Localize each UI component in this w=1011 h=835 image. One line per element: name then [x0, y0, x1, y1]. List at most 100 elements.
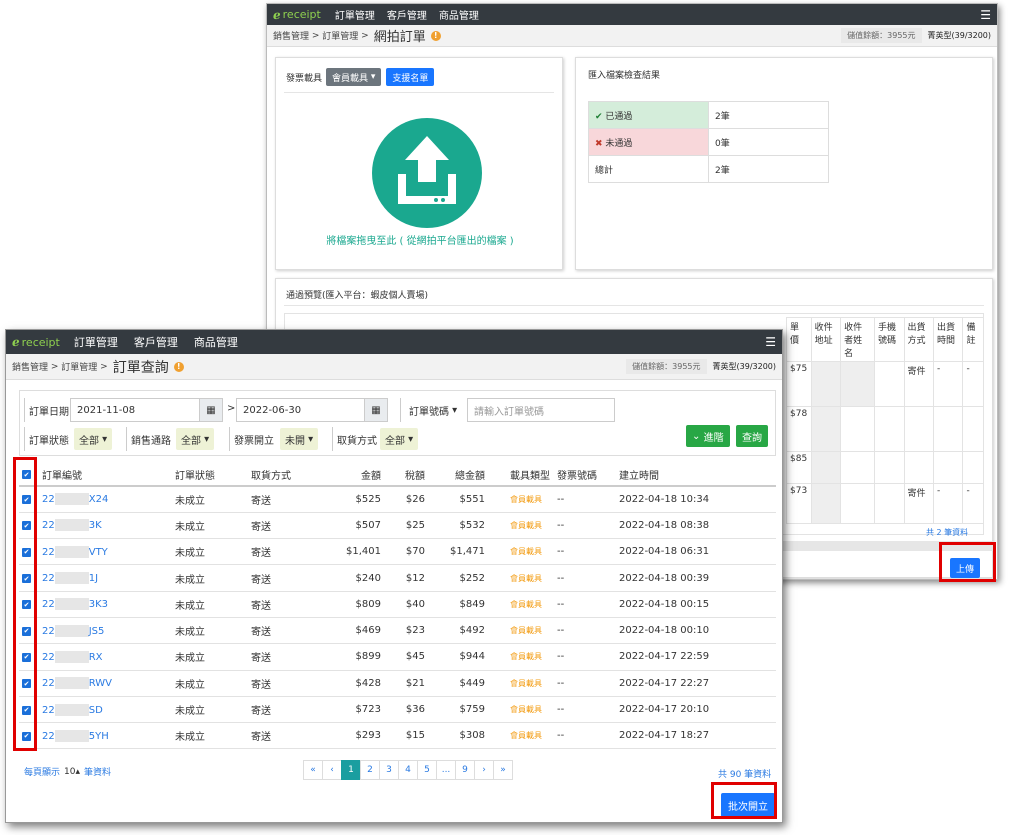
breadcrumb-sales[interactable]: 銷售管理 [12, 360, 48, 373]
table-header-row: ✔ 訂單編號 訂單狀態 取貨方式 金額 稅額 總金額 載具類型 發票號碼 建立時… [19, 463, 776, 487]
order-no-suffix[interactable]: X24 [89, 494, 109, 505]
channel-select[interactable]: 全部 ▾ [176, 428, 215, 450]
order-no-suffix[interactable]: 3K3 [89, 599, 108, 610]
chevron-down-icon: ⌄ [692, 430, 701, 442]
table-row[interactable]: ✔ 22 5YH 未成立 寄送 $293 $15 $308 會員載具 -- 2022-04-17 1… [19, 722, 776, 750]
order-no-prefix[interactable]: 22 [42, 652, 55, 663]
carrier-dropdown[interactable]: 會員載具 ▾ [326, 68, 382, 86]
order-no-prefix[interactable]: 22 [42, 599, 55, 610]
upload-panel: 發票載具 會員載具 ▾ 支援名單 將檔案拖曳至此 ( 從網拍平台匯出的檔案 ) [275, 57, 563, 270]
page-last[interactable]: » [493, 760, 513, 780]
order-no-prefix[interactable]: 22 [42, 520, 55, 531]
order-no-prefix[interactable]: 22 [42, 547, 55, 558]
preview-table: 單價 收件地址 收件者姓名 手機號碼 出貨方式 出貨時間 備註 $75 寄件 - - … [786, 317, 984, 524]
carrier-cell: 會員載具 [488, 670, 554, 697]
app-logo[interactable]: ℯ receipt [273, 8, 321, 22]
preview-note: - [962, 361, 984, 407]
support-list-button[interactable]: 支援名單 [386, 68, 435, 86]
order-no-suffix[interactable]: VTY [89, 547, 108, 558]
order-no-dropdown[interactable]: 訂單號碼 ▾ [400, 398, 457, 422]
preview-price: $73 [786, 483, 812, 524]
order-no-input[interactable]: 請輸入訂單號碼 [467, 398, 615, 422]
per-page-select[interactable]: 10▴ [64, 767, 80, 777]
col-created: 建立時間 [616, 463, 776, 487]
table-row[interactable]: ✔ 22 X24 未成立 寄送 $525 $26 $551 會員載具 -- 2022-04-18 1… [19, 486, 776, 513]
invoice-select[interactable]: 未開 ▾ [280, 428, 319, 450]
page-2[interactable]: 2 [360, 760, 380, 780]
calendar-icon[interactable]: ▦ [364, 398, 388, 422]
page-prev[interactable]: ‹ [322, 760, 342, 780]
order-no-prefix[interactable]: 22 [42, 705, 55, 716]
created-cell: 2022-04-18 00:10 [616, 617, 776, 645]
table-row[interactable]: ✔ 22 SD 未成立 寄送 $723 $36 $759 會員載具 -- 2022-04-17 20… [19, 696, 776, 724]
menu-icon[interactable]: ☰ [765, 335, 776, 349]
pickup-cell: 寄送 [248, 617, 316, 645]
order-no-prefix[interactable]: 22 [42, 573, 55, 584]
pass-text: 已通過 [605, 111, 633, 122]
nav-orders[interactable]: 訂單管理 [74, 334, 118, 350]
preview-row: $78 [786, 406, 984, 452]
invoice-cell: -- [554, 722, 616, 750]
tax-cell: $15 [384, 722, 428, 750]
table-row[interactable]: ✔ 22 RWV 未成立 寄送 $428 $21 $449 會員載具 -- 2022-04-17 2… [19, 670, 776, 697]
order-no-prefix[interactable]: 22 [42, 678, 55, 689]
preview-cell [932, 406, 964, 452]
order-no-prefix[interactable]: 22 [42, 494, 55, 505]
order-no-prefix[interactable]: 22 [42, 731, 55, 742]
nav-products[interactable]: 商品管理 [439, 7, 479, 22]
page-9[interactable]: 9 [455, 760, 475, 780]
order-no-suffix[interactable]: SD [89, 705, 103, 716]
result-pass-value: 2筆 [708, 101, 829, 129]
info-icon[interactable]: ! [173, 361, 184, 372]
order-no-suffix[interactable]: 5YH [89, 731, 109, 742]
nav-orders[interactable]: 訂單管理 [335, 7, 375, 22]
redacted-cell [810, 406, 842, 452]
order-no-cell: 22 1J [39, 564, 172, 592]
page-first[interactable]: « [303, 760, 323, 780]
page-5[interactable]: 5 [417, 760, 437, 780]
table-row[interactable]: ✔ 22 3K 未成立 寄送 $507 $25 $532 會員載具 -- 2022-04-18 08… [19, 512, 776, 540]
page-1[interactable]: 1 [341, 760, 361, 780]
orders-table: ✔ 訂單編號 訂單狀態 取貨方式 金額 稅額 總金額 載具類型 發票號碼 建立時… [19, 463, 776, 750]
carrier-cell: 會員載具 [488, 643, 554, 671]
search-button[interactable]: 查詢 [736, 425, 768, 447]
app-logo[interactable]: ℯ receipt [12, 335, 60, 349]
page-next[interactable]: › [474, 760, 494, 780]
pickup-select[interactable]: 全部 ▾ [380, 428, 419, 450]
breadcrumb-orders[interactable]: 訂單管理 [61, 360, 97, 373]
nav-products[interactable]: 商品管理 [194, 334, 238, 350]
col-price: 單價 [786, 317, 812, 362]
advanced-button[interactable]: ⌄ 進階 [686, 425, 730, 447]
order-no-suffix[interactable]: 1J [89, 573, 98, 584]
result-row-total: 總計 2筆 [588, 155, 829, 183]
preview-price: $75 [786, 361, 812, 407]
info-icon[interactable]: ! [430, 30, 441, 41]
preview-cell [840, 406, 876, 452]
redacted-block [54, 650, 89, 663]
order-no-suffix[interactable]: RX [89, 652, 103, 663]
nav-customers[interactable]: 客戶管理 [387, 7, 427, 22]
date-to-input[interactable]: 2022-06-30 [236, 398, 365, 422]
date-from-input[interactable]: 2021-11-08 [70, 398, 200, 422]
table-row[interactable]: ✔ 22 1J 未成立 寄送 $240 $12 $252 會員載具 -- 2022-04-18 00… [19, 564, 776, 592]
order-no-suffix[interactable]: 3K [89, 520, 102, 531]
table-row[interactable]: ✔ 22 JS5 未成立 寄送 $469 $23 $492 會員載具 -- 2022-04-18 0… [19, 617, 776, 645]
page-4[interactable]: 4 [398, 760, 418, 780]
logo-icon: ℯ [12, 335, 20, 349]
page-3[interactable]: 3 [379, 760, 399, 780]
breadcrumb-orders[interactable]: 訂單管理 [322, 29, 358, 42]
breadcrumb-sales[interactable]: 銷售管理 [273, 29, 309, 42]
table-row[interactable]: ✔ 22 3K3 未成立 寄送 $809 $40 $849 會員載具 -- 2022-04-18 0… [19, 591, 776, 618]
order-no-prefix[interactable]: 22 [42, 626, 55, 637]
status-select[interactable]: 全部 ▾ [74, 428, 113, 450]
menu-icon[interactable]: ☰ [980, 8, 991, 22]
nav-customers[interactable]: 客戶管理 [134, 334, 178, 350]
table-row[interactable]: ✔ 22 RX 未成立 寄送 $899 $45 $944 會員載具 -- 2022-04-17 22… [19, 643, 776, 671]
order-no-suffix[interactable]: JS5 [89, 626, 105, 637]
calendar-icon[interactable]: ▦ [199, 398, 223, 422]
order-no-cell: 22 VTY [39, 538, 172, 566]
upload-dropzone[interactable] [372, 118, 482, 228]
order-no-suffix[interactable]: RWV [89, 678, 112, 689]
preview-cell [962, 451, 984, 484]
table-row[interactable]: ✔ 22 VTY 未成立 寄送 $1,401 $70 $1,471 會員載具 -- 2022-04-… [19, 538, 776, 566]
